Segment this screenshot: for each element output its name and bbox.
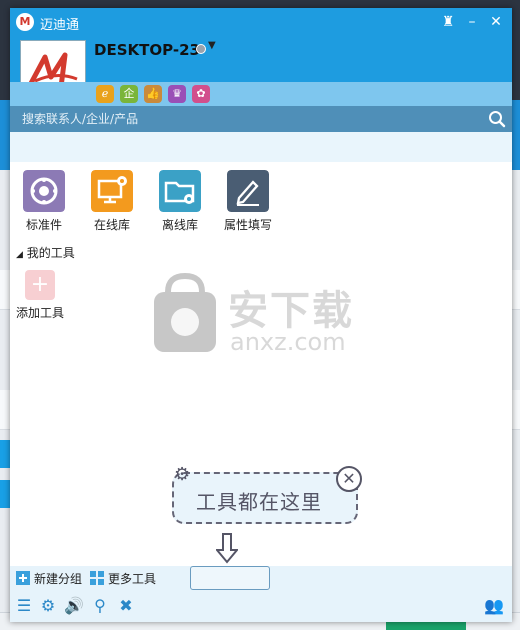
minimize-button[interactable]: – (462, 12, 482, 32)
my-tools-heading: 我的工具 (26, 246, 75, 260)
watermark-sub: anxz.com (230, 328, 346, 356)
thumb-icon[interactable]: 👍 (144, 85, 162, 103)
tools-icon[interactable]: ✖ (116, 596, 136, 616)
tool-offline-library[interactable]: 离线库 (150, 170, 210, 233)
title-bar[interactable]: M 迈迪通 ♜ – ✕ (10, 8, 512, 36)
collapse-triangle-icon: ◢ (16, 250, 23, 260)
settings-gear-icon[interactable]: ⚙ (38, 596, 58, 616)
speaker-icon[interactable]: 🔊 (64, 596, 84, 616)
menu-icon[interactable]: ☰ (14, 596, 34, 616)
contacts-icon[interactable]: 👥 (484, 596, 504, 616)
more-tools-label: 更多工具 (108, 572, 157, 586)
add-tool-button[interactable]: + 添加工具 (14, 270, 66, 321)
standard-parts-icon (23, 170, 65, 212)
gears-icon: ⚙ (174, 464, 191, 485)
tool-online-library[interactable]: 在线库 (82, 170, 142, 233)
hint-close-icon[interactable]: ✕ (336, 466, 362, 492)
tools-panel: 标准件 在线库 离线库 属性填写 ◢ 我的工具 + 添加工具 安下载 anxz.… (10, 162, 512, 566)
qi-icon[interactable]: 企 (120, 85, 138, 103)
crown-icon[interactable]: ♛ (168, 85, 186, 103)
tool-label: 离线库 (161, 218, 198, 232)
shield-bag-icon (154, 272, 216, 352)
footer-bar: 新建分组 更多工具 ☰ ⚙ 🔊 ⚲ ✖ 👥 (10, 566, 512, 622)
hint-text: 工具都在这里 (196, 490, 322, 514)
app-icon-bar: ℯ 企 👍 ♛ ✿ (10, 82, 512, 106)
grid-icon (90, 571, 104, 585)
status-dropdown-icon[interactable]: ▼ (208, 40, 216, 51)
new-group-button[interactable]: 新建分组 (16, 570, 82, 587)
more-tools-button[interactable]: 更多工具 (90, 570, 156, 587)
search-bar (10, 106, 512, 132)
hint-bubble: 工具都在这里 (172, 472, 358, 524)
offline-library-icon (159, 170, 201, 212)
arrow-down-icon (216, 533, 238, 564)
close-button[interactable]: ✕ (486, 12, 506, 32)
search-icon[interactable] (488, 110, 506, 128)
my-tools-group[interactable]: ◢ 我的工具 (16, 244, 75, 261)
app-logo-icon: M (16, 13, 34, 31)
tool-label: 在线库 (93, 218, 130, 232)
search-input[interactable] (10, 106, 480, 132)
maiditong-window: M 迈迪通 ♜ – ✕ DESKTOP-23 ▼ ℯ 企 👍 ♛ ✿ 搜索联系人… (10, 8, 512, 622)
new-group-label: 新建分组 (34, 572, 83, 586)
add-group-icon (16, 571, 30, 585)
plus-icon: + (25, 270, 55, 300)
online-library-icon (91, 170, 133, 212)
status-icon[interactable] (196, 44, 206, 54)
profile-header: DESKTOP-23 ▼ ℯ 企 👍 ♛ ✿ (10, 36, 512, 106)
watermark: 安下载 anxz.com (150, 272, 390, 362)
tool-property-edit[interactable]: 属性填写 (218, 170, 278, 233)
tool-standard-parts[interactable]: 标准件 (14, 170, 74, 233)
reel-icon[interactable]: ✿ (192, 85, 210, 103)
search-tray-icon[interactable]: ⚲ (90, 596, 110, 616)
skin-icon[interactable]: ♜ (438, 12, 458, 32)
device-name: DESKTOP-23 (94, 41, 200, 59)
add-tool-label: 添加工具 (15, 306, 64, 320)
window-title: 迈迪通 (40, 18, 80, 33)
tool-label: 属性填写 (223, 218, 272, 232)
tool-label: 标准件 (25, 218, 62, 232)
sub-toolbar (10, 132, 512, 162)
property-edit-icon (227, 170, 269, 212)
ie-icon[interactable]: ℯ (96, 85, 114, 103)
footer-highlight-box[interactable] (190, 566, 270, 590)
